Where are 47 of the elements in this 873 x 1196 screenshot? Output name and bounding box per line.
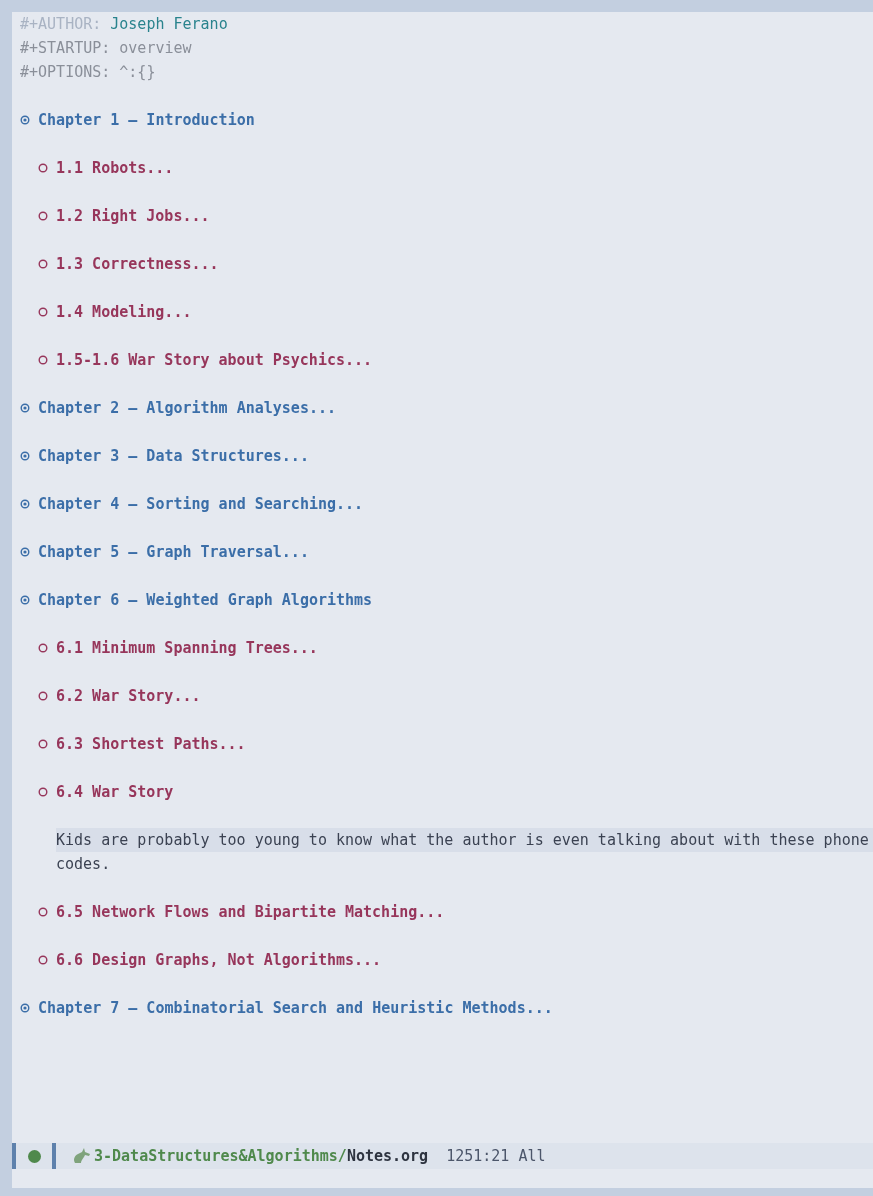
directory-path: 3-DataStructures&Algorithms/ [94,1146,347,1167]
circled-dot-icon [20,403,30,413]
section-heading[interactable]: 6.5 Network Flows and Bipartite Matching... [56,900,445,924]
keyword-value: ^:{} [119,62,156,83]
chapter-heading[interactable]: Chapter 2 – Algorithm Analyses... [38,396,336,420]
keyword-value: Joseph Ferano [110,14,228,35]
circled-dot-icon [20,115,30,125]
cursor-position: 1251:21 [446,1146,510,1167]
circle-icon [38,955,48,965]
circled-dot-icon [20,547,30,557]
circle-icon [38,691,48,701]
circle-icon [38,163,48,173]
section-heading[interactable]: 6.6 Design Graphs, Not Algorithms... [56,948,382,972]
circle-icon [38,355,48,365]
circled-dot-icon [20,1003,30,1013]
keyword-value: overview [119,38,192,59]
circle-icon [38,643,48,653]
circled-dot-icon [20,595,30,605]
circle-icon [38,307,48,317]
section-heading[interactable]: 1.1 Robots... [56,156,174,180]
chapter-heading[interactable]: Chapter 4 – Sorting and Searching... [38,492,364,516]
keyword-label: #+AUTHOR: [20,14,102,35]
section-heading[interactable]: 1.2 Right Jobs... [56,204,210,228]
circle-icon [38,787,48,797]
circle-icon [38,907,48,917]
chapter-heading[interactable]: Chapter 6 – Weighted Graph Algorithms [38,588,373,612]
chapter-heading[interactable]: Chapter 3 – Data Structures... [38,444,309,468]
section-heading[interactable]: 6.3 Shortest Paths... [56,732,246,756]
file-name: Notes.org [346,1146,429,1167]
section-heading[interactable]: 1.5-1.6 War Story about Psychics... [56,348,373,372]
keyword-label: #+OPTIONS: [20,62,111,83]
keyword-label: #+STARTUP: [20,38,111,59]
section-heading[interactable]: 6.2 War Story... [56,684,201,708]
status-dot-icon [28,1149,41,1163]
section-heading[interactable]: 1.4 Modeling... [56,300,192,324]
chapter-heading[interactable]: Chapter 1 – Introduction [38,108,255,132]
circle-icon [38,259,48,269]
section-heading[interactable]: 1.3 Correctness... [56,252,219,276]
circled-dot-icon [20,499,30,509]
section-heading[interactable]: 6.4 War Story [56,780,174,804]
circled-dot-icon [20,451,30,461]
chapter-heading[interactable]: Chapter 5 – Graph Traversal... [38,540,309,564]
chapter-heading[interactable]: Chapter 7 – Combinatorial Search and Heuristic Methods... [38,996,553,1020]
circle-icon [38,211,48,221]
circle-icon [38,739,48,749]
scroll-position: All [518,1146,546,1167]
section-heading[interactable]: 6.1 Minimum Spanning Trees... [56,636,318,660]
